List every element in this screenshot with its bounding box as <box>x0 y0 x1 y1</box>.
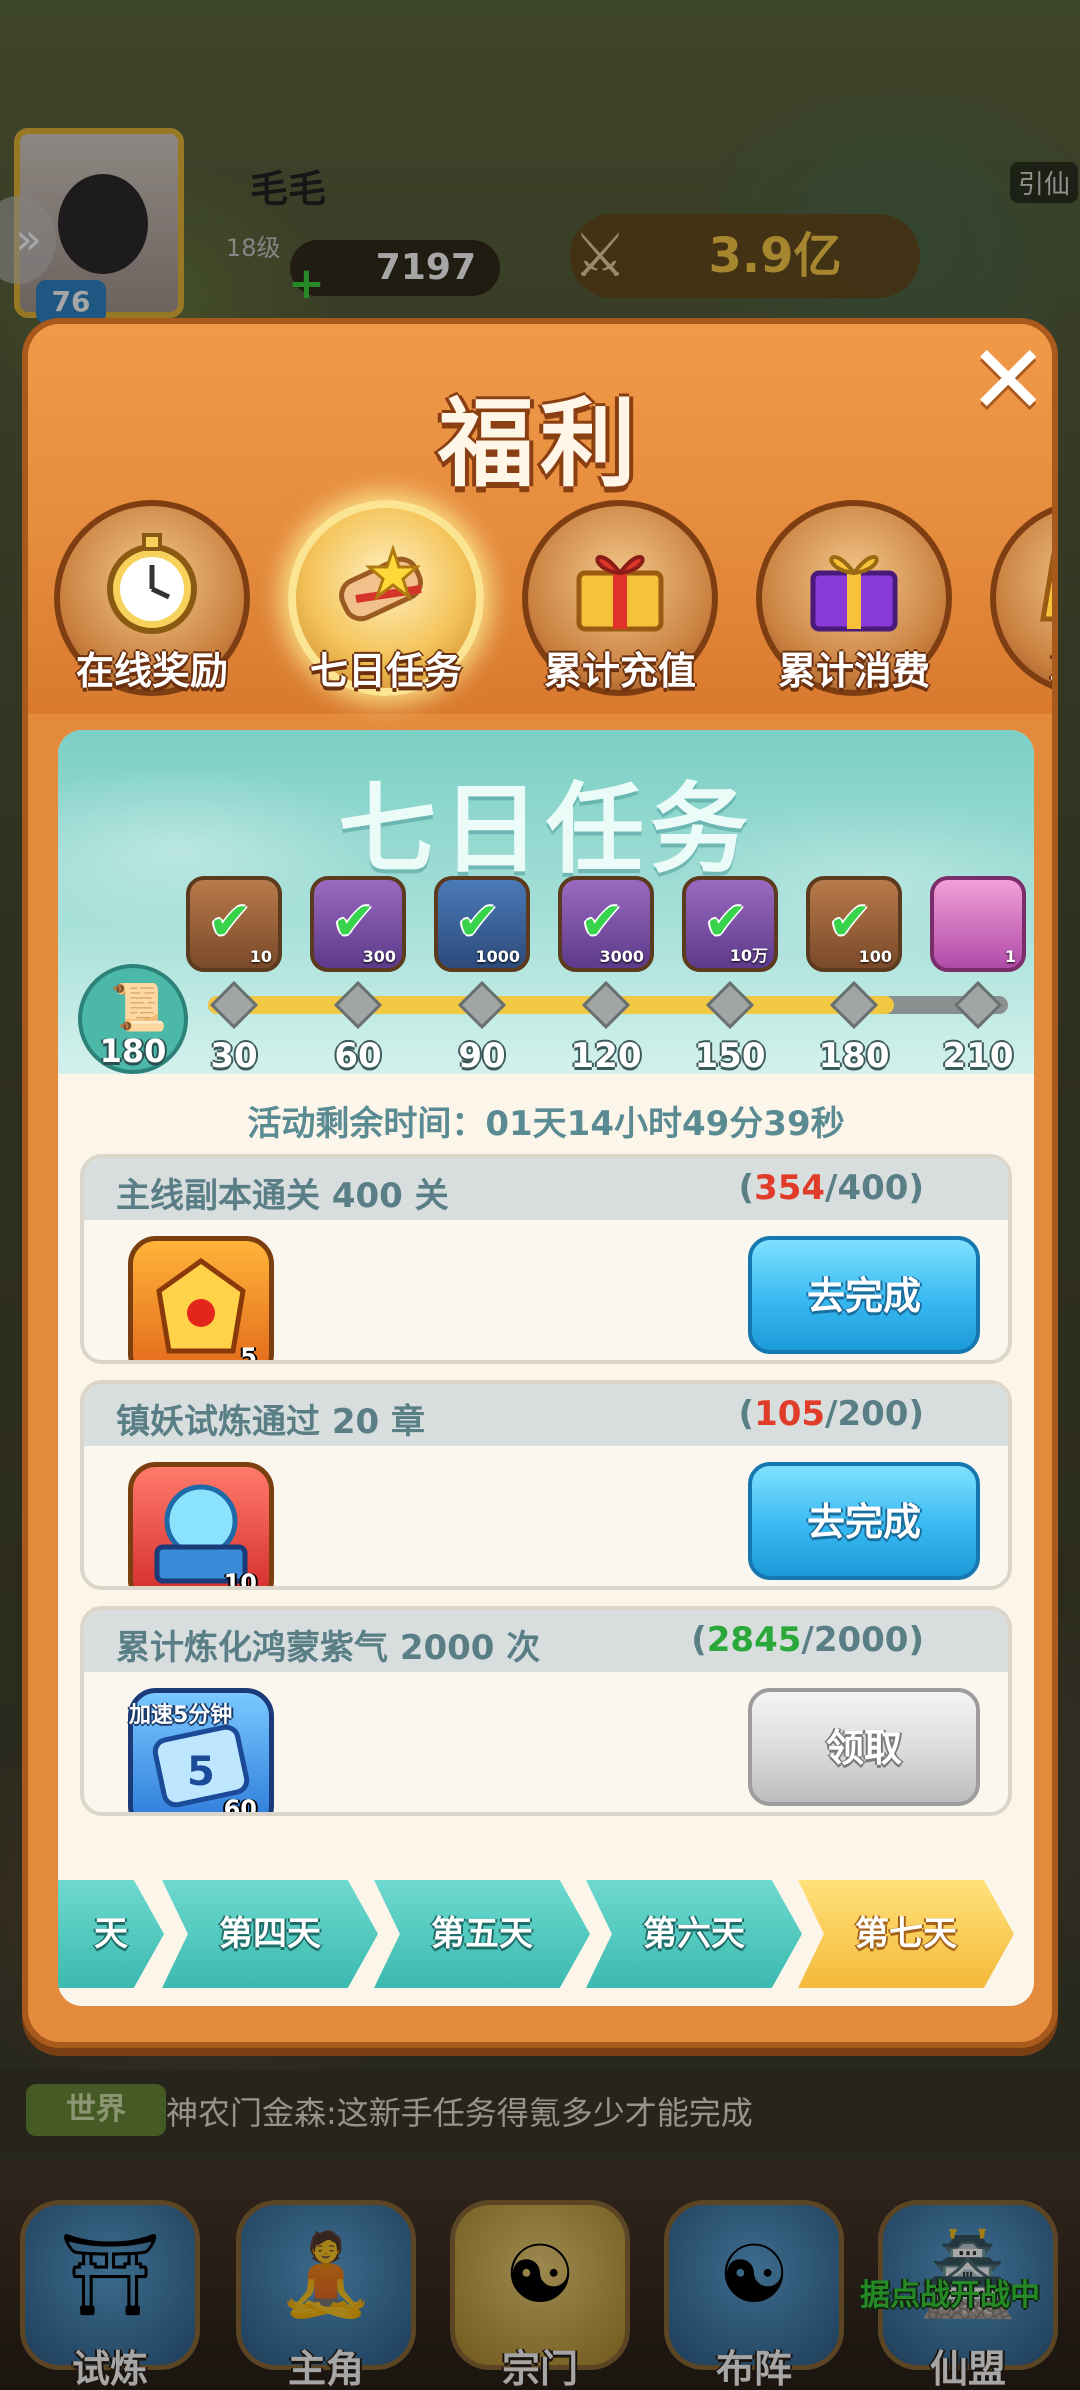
tab-vip[interactable]: 尊享 <box>990 500 1052 696</box>
task-progress: (354/400) <box>738 1168 924 1208</box>
reward-count: 3000 <box>599 947 644 966</box>
tab-day-3[interactable]: 天 <box>58 1880 164 1988</box>
day-tab-label: 天 <box>94 1914 128 1954</box>
go-complete-button[interactable]: 去完成 <box>748 1462 980 1580</box>
milestone-label: 210 <box>942 1036 1014 1076</box>
tab-accumulated-spending[interactable]: 累计消费 <box>756 500 952 696</box>
checkmark-icon: ✔ <box>208 892 252 952</box>
tab-day-5[interactable]: 第五天 <box>374 1880 590 1988</box>
task-progress-current: 2845 <box>706 1620 802 1660</box>
milestone-marker <box>333 980 383 1030</box>
milestone-reward-chest[interactable]: ✔ 300 <box>310 876 406 972</box>
milestone-label: 60 <box>334 1036 382 1076</box>
reward-item-icon[interactable]: 10 <box>128 1462 274 1590</box>
item-count: 10 <box>223 1569 257 1590</box>
tab-label: 七日任务 <box>309 649 462 693</box>
milestone-marker <box>209 980 259 1030</box>
milestone-marker <box>581 980 631 1030</box>
task-progress-current: 105 <box>754 1394 826 1434</box>
score-badge: 📜 180 <box>78 964 188 1074</box>
tab-seven-day-tasks[interactable]: 七日任务 <box>288 500 484 696</box>
tab-day-4[interactable]: 第四天 <box>162 1880 378 1988</box>
seven-day-banner: 七日任务 ✔ 10 ✔ 300 ✔ 1000 ✔ 3000 ✔ 10万 ✔ 100 1 30 60 90 12… <box>58 730 1034 1076</box>
crown-icon <box>1030 526 1052 642</box>
milestone-label: 120 <box>570 1036 642 1076</box>
item-count: 60 <box>223 1795 257 1816</box>
item-tag: 加速5分钟 <box>129 1703 233 1728</box>
checkmark-icon: ✔ <box>828 892 872 952</box>
task-card: 主线副本通关 400 关 (354/400) 5 去完成 <box>80 1154 1012 1364</box>
reward-count: 10 <box>249 947 272 966</box>
milestone-label: 30 <box>210 1036 258 1076</box>
checkmark-icon: ✔ <box>332 892 376 952</box>
milestone-progress-fill <box>208 996 894 1014</box>
checkmark-icon: ✔ <box>456 892 500 952</box>
claim-button[interactable]: 领取 <box>748 1688 980 1806</box>
milestone-marker <box>705 980 755 1030</box>
milestone-marker <box>953 980 1003 1030</box>
checkmark-icon: ✔ <box>580 892 624 952</box>
task-progress-total: 2000 <box>813 1620 909 1660</box>
remaining-time: 活动剩余时间：01天14小时49分39秒 <box>247 1104 845 1144</box>
modal-title: 福利 <box>438 388 642 500</box>
score-value: 180 <box>99 1032 167 1070</box>
reward-item-icon[interactable]: 5 <box>128 1236 274 1364</box>
task-progress-total: 400 <box>837 1168 909 1208</box>
task-title: 镇妖试炼通过 20 章 <box>116 1402 425 1442</box>
day-tab-label: 第七天 <box>855 1914 957 1954</box>
item-count: 5 <box>240 1343 257 1364</box>
day-tab-label: 第五天 <box>431 1914 533 1954</box>
gift-red-icon <box>562 526 678 642</box>
milestone-reward-chest[interactable]: ✔ 10 <box>186 876 282 972</box>
tab-day-6[interactable]: 第六天 <box>586 1880 802 1988</box>
task-card: 累计炼化鸿蒙紫气 2000 次 (2845/2000) 5 加速5分钟 60 领… <box>80 1606 1012 1816</box>
milestone-reward-chest[interactable]: ✔ 10万 <box>682 876 778 972</box>
close-icon[interactable]: ✕ <box>968 332 1048 428</box>
scroll-icon: 📜 <box>110 980 168 1034</box>
welfare-tabs: 在线奖励 七日任务 累计充值 累计消费 <box>28 500 1052 710</box>
milestone-reward-chest[interactable]: 1 <box>930 876 1026 972</box>
milestone-label: 180 <box>818 1036 890 1076</box>
reward-count: 100 <box>858 947 892 966</box>
milestone-marker <box>829 980 879 1030</box>
tab-label: 尊享 <box>970 640 1052 695</box>
banner-title: 七日任务 <box>337 773 754 887</box>
day-tab-label: 第四天 <box>219 1914 321 1954</box>
milestone-label: 90 <box>458 1036 506 1076</box>
milestone-label: 150 <box>694 1036 766 1076</box>
milestone-marker <box>457 980 507 1030</box>
task-title: 主线副本通关 400 关 <box>116 1176 449 1216</box>
day-tabs: 天 第四天 第五天 第六天 第七天 <box>58 1880 1034 1990</box>
milestone-reward-chest[interactable]: ✔ 3000 <box>558 876 654 972</box>
tab-label: 累计消费 <box>777 649 930 693</box>
milestone-reward-chest[interactable]: ✔ 1000 <box>434 876 530 972</box>
tab-accumulated-recharge[interactable]: 累计充值 <box>522 500 718 696</box>
task-progress-total: 200 <box>837 1394 909 1434</box>
task-progress-current: 354 <box>754 1168 826 1208</box>
task-title: 累计炼化鸿蒙紫气 2000 次 <box>116 1628 541 1668</box>
go-complete-button[interactable]: 去完成 <box>748 1236 980 1354</box>
reward-item-icon[interactable]: 5 加速5分钟 60 <box>128 1688 274 1816</box>
tab-label: 在线奖励 <box>75 649 228 693</box>
seven-day-panel: 七日任务 ✔ 10 ✔ 300 ✔ 1000 ✔ 3000 ✔ 10万 ✔ 100 1 30 60 90 12… <box>58 730 1034 2006</box>
welfare-modal: 福利 ✕ 在线奖励 七日任务 累计充值 累计消费 七日任务 ✔ 10 ✔ 300… <box>22 318 1058 2048</box>
task-progress: (2845/2000) <box>691 1620 924 1660</box>
tab-online-reward[interactable]: 在线奖励 <box>54 500 250 696</box>
gift-purple-icon <box>796 526 912 642</box>
stopwatch-icon <box>94 526 210 642</box>
milestone-reward-chest[interactable]: ✔ 100 <box>806 876 902 972</box>
day-tab-label: 第六天 <box>643 1914 745 1954</box>
task-card: 镇妖试炼通过 20 章 (105/200) 10 去完成 <box>80 1380 1012 1590</box>
tab-label: 累计充值 <box>543 649 696 693</box>
reward-count: 1000 <box>475 947 520 966</box>
scroll-star-icon <box>328 526 444 642</box>
svg-text:5: 5 <box>187 1749 215 1795</box>
reward-count: 10万 <box>729 946 768 965</box>
reward-count: 300 <box>362 947 396 966</box>
tab-day-7[interactable]: 第七天 <box>798 1880 1014 1988</box>
reward-count: 1 <box>1004 947 1016 966</box>
task-progress: (105/200) <box>738 1394 924 1434</box>
